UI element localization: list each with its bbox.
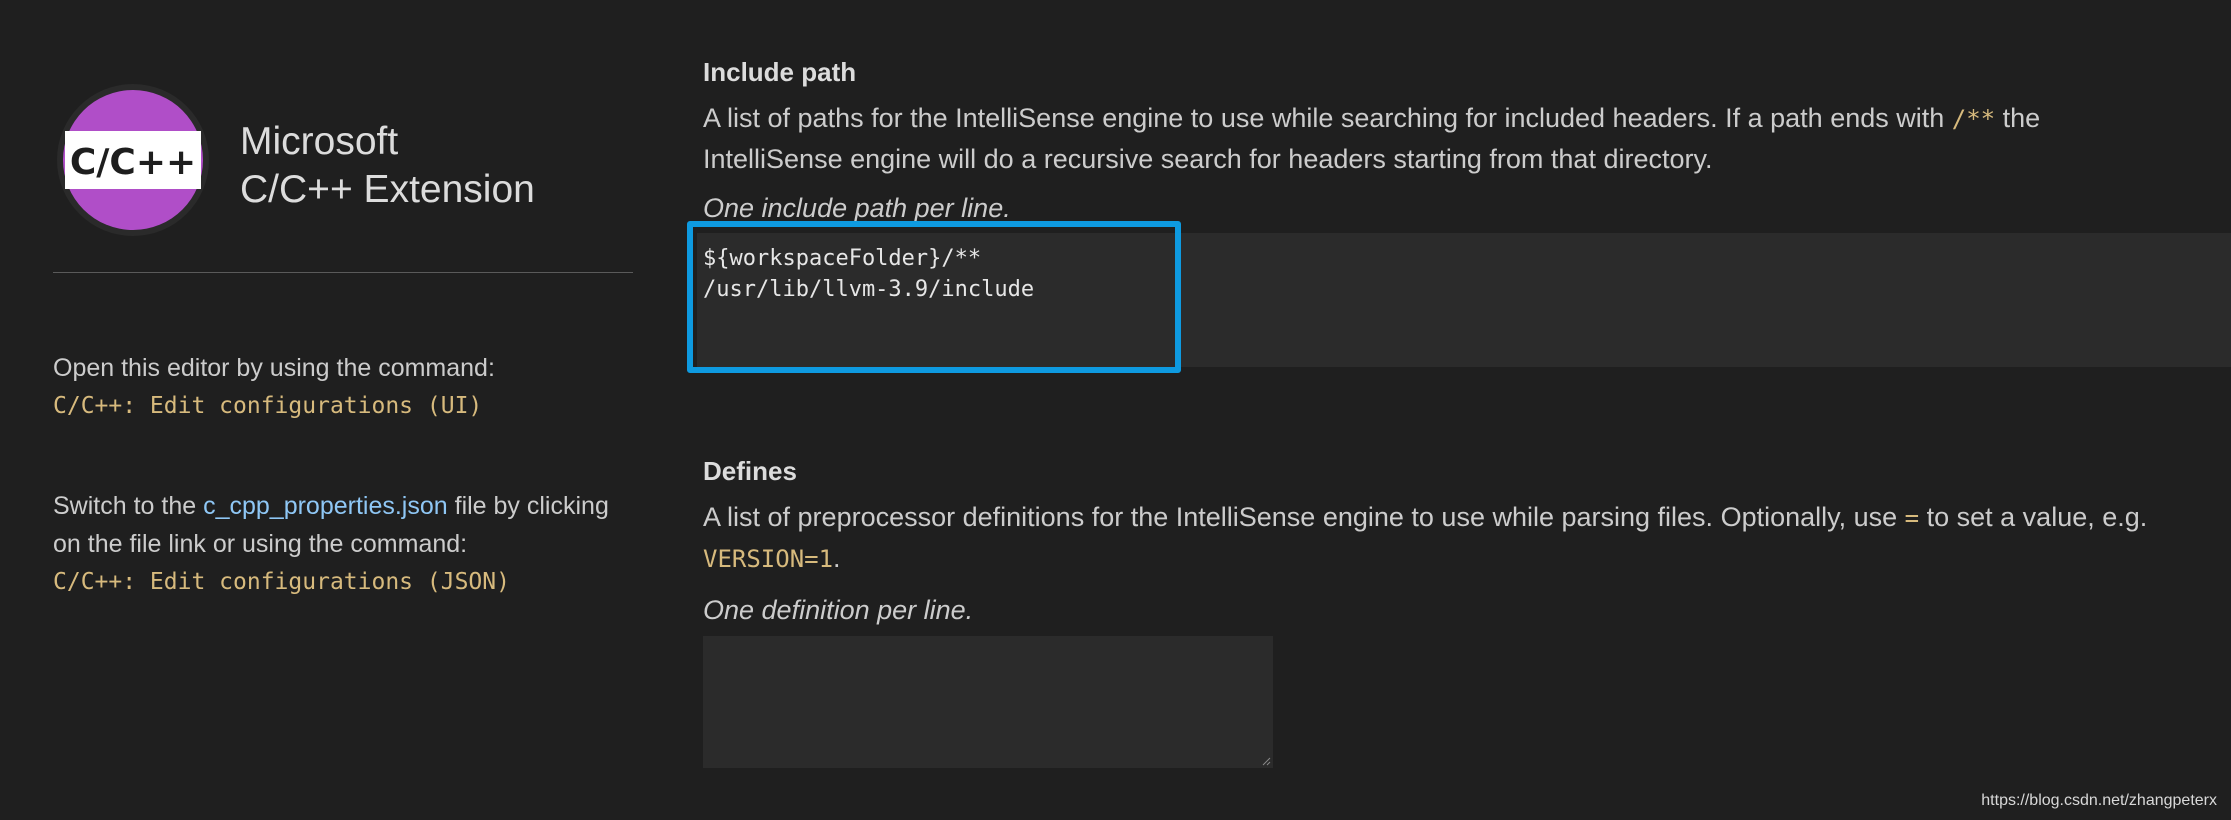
defines-desc-part2: to set a value, e.g. xyxy=(1919,502,2148,532)
defines-desc-part1: A list of preprocessor definitions for t… xyxy=(703,502,1905,532)
include-path-row: ${workspaceFolder}/** /usr/lib/llvm-3.9/… xyxy=(697,233,2231,367)
include-path-title: Include path xyxy=(703,57,857,87)
defines-desc-code2: VERSION=1 xyxy=(703,545,834,573)
extension-title-line1: Microsoft xyxy=(240,120,399,163)
switch-json-command: C/C++: Edit configurations (JSON) xyxy=(53,569,510,595)
defines-desc-part3: . xyxy=(833,543,841,573)
defines-hint: One definition per line. xyxy=(703,595,974,625)
open-editor-info: Open this editor by using the command: C… xyxy=(53,349,633,425)
sidebar: C/C++ Microsoft C/C++ Extension Open thi… xyxy=(53,0,633,820)
cpp-logo-icon: C/C++ xyxy=(57,84,209,236)
switch-json-info: Switch to the c_cpp_properties.json file… xyxy=(53,487,633,601)
switch-prefix-text: Switch to the xyxy=(53,492,204,520)
logo-text: C/C++ xyxy=(70,142,196,183)
json-file-link[interactable]: c_cpp_properties.json xyxy=(203,492,448,520)
watermark-url: https://blog.csdn.net/zhangpeterx xyxy=(1981,792,2217,809)
open-editor-text: Open this editor by using the command: xyxy=(53,354,495,382)
include-desc-part1: A list of paths for the IntelliSense eng… xyxy=(703,103,1952,133)
include-desc-code: /** xyxy=(1951,105,1996,133)
settings-page: C/C++ Microsoft C/C++ Extension Open thi… xyxy=(0,0,2231,820)
defines-description: A list of preprocessor definitions for t… xyxy=(703,497,2153,579)
open-editor-command: C/C++: Edit configurations (UI) xyxy=(53,393,483,419)
include-path-textarea[interactable]: ${workspaceFolder}/** /usr/lib/llvm-3.9/… xyxy=(703,243,1173,353)
defines-desc-code1: = xyxy=(1904,504,1920,532)
resize-grip-icon[interactable] xyxy=(1261,756,1271,766)
main-settings: Include path A list of paths for the Int… xyxy=(687,0,2231,820)
extension-title: Microsoft C/C++ Extension xyxy=(240,118,535,214)
include-path-description: A list of paths for the IntelliSense eng… xyxy=(703,98,2153,179)
extension-title-line2: C/C++ Extension xyxy=(240,168,535,211)
include-path-hint: One include path per line. xyxy=(703,193,1011,223)
defines-title: Defines xyxy=(703,456,797,486)
sidebar-divider xyxy=(53,272,633,273)
defines-textarea[interactable] xyxy=(703,636,1273,768)
